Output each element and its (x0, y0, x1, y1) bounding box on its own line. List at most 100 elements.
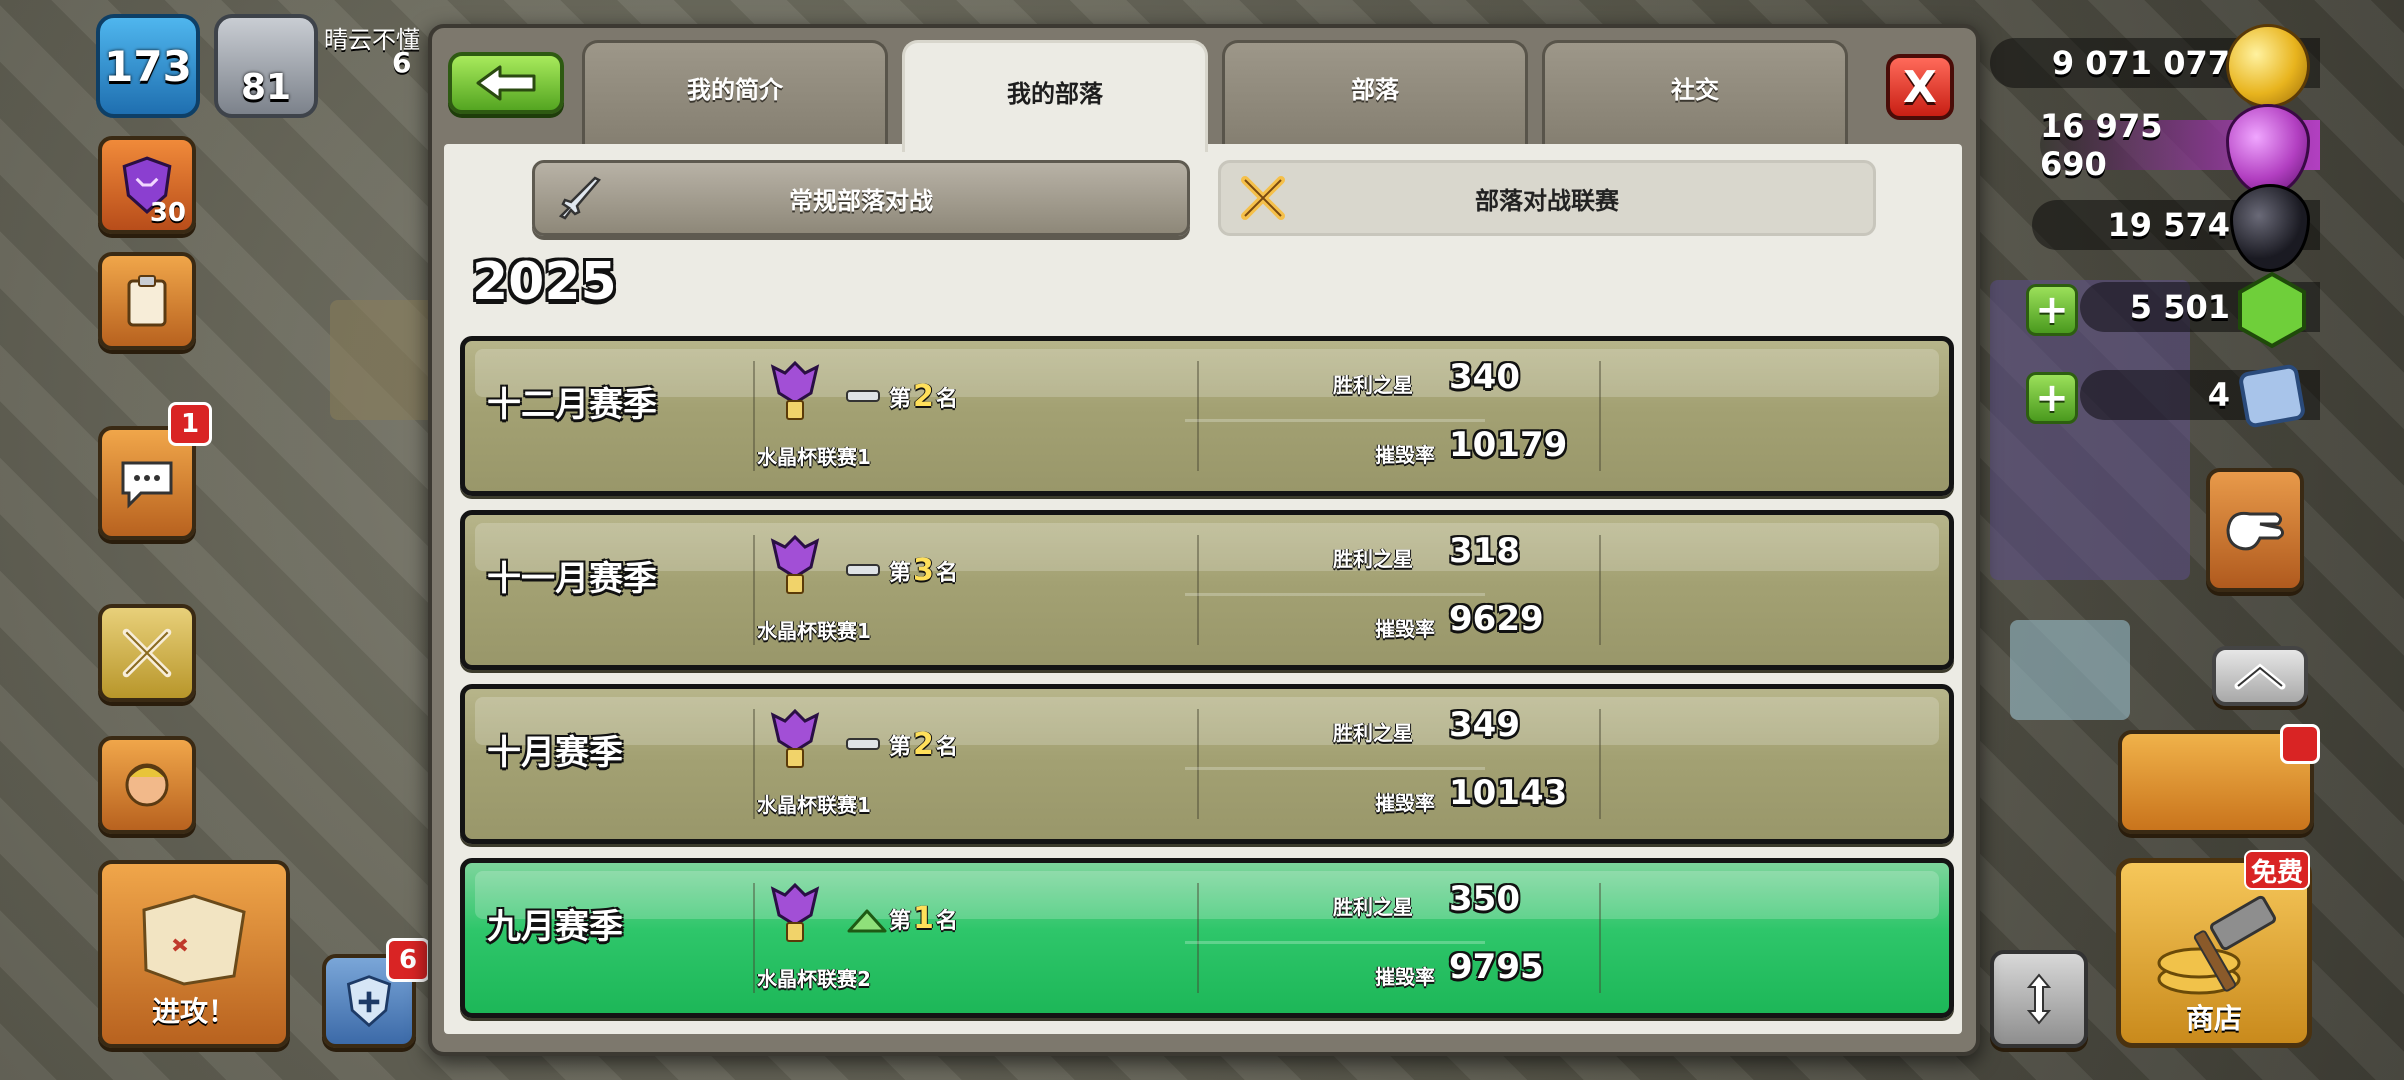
attack-button[interactable]: 进攻！ (98, 860, 290, 1048)
season-row[interactable]: 九月赛季 第1名 水晶杯联赛2 胜利之星 350 摧毁率 9795 (460, 858, 1954, 1018)
column-divider (753, 535, 755, 645)
buy-tickets-button[interactable]: + (2026, 372, 2078, 424)
season-rank: 第3名 (889, 553, 958, 588)
rank-suffix: 名 (935, 561, 958, 586)
close-icon: X (1903, 61, 1937, 113)
destruction-label: 摧毁率 (1375, 617, 1435, 641)
elixir-amount: 16 975 690 (2040, 107, 2163, 183)
buy-gems-button[interactable]: + (2026, 284, 2078, 336)
builder-base-button[interactable] (98, 736, 196, 834)
chat-notification-count: 1 (180, 409, 200, 439)
column-divider (1599, 709, 1601, 819)
subtab-label: 部落对战联赛 (1475, 186, 1619, 215)
season-row[interactable]: 十月赛季 第2名 水晶杯联赛1 胜利之星 349 摧毁率 10143 (460, 684, 1954, 844)
season-name: 十月赛季 (487, 733, 623, 773)
tab-label: 部落 (1351, 76, 1399, 104)
destruction-value: 9629 (1449, 599, 1544, 639)
dark-elixir-amount: 19 574 (2107, 206, 2230, 244)
subtab-label: 常规部落对战 (789, 186, 933, 215)
destruction-value: 9795 (1449, 947, 1544, 987)
rank-prefix: 第 (889, 909, 912, 934)
crossed-swords-icon (122, 628, 172, 678)
scroll-up-button[interactable] (2212, 646, 2308, 706)
clipboard-icon (127, 275, 167, 327)
season-name: 九月赛季 (487, 907, 623, 947)
destruction-label: 摧毁率 (1375, 443, 1435, 467)
tab-my-profile[interactable]: 我的简介 (582, 40, 888, 144)
crystal-league-icon (770, 534, 820, 594)
tab-label: 社交 (1671, 76, 1719, 104)
stars-label: 胜利之星 (1333, 895, 1413, 919)
barbarian-icon (125, 763, 169, 807)
stars-value: 349 (1449, 705, 1520, 745)
rank-prefix: 第 (889, 735, 912, 760)
dark-elixir-drop-icon (2230, 184, 2310, 272)
gems-amount: 5 501 (2129, 288, 2230, 326)
column-divider (1599, 535, 1601, 645)
emote-button[interactable] (2206, 468, 2304, 592)
column-divider (753, 709, 755, 819)
stars-label: 胜利之星 (1333, 721, 1413, 745)
tab-social[interactable]: 社交 (1542, 40, 1848, 144)
move-arrows-icon (2026, 973, 2052, 1025)
rank-suffix: 名 (935, 909, 958, 934)
hand-icon (2226, 511, 2285, 551)
column-divider (1599, 361, 1601, 471)
stars-value: 318 (1449, 531, 1520, 571)
rank-up-icon (847, 909, 887, 933)
gold-amount: 9 071 077 (2051, 44, 2230, 82)
league-name: 水晶杯联赛2 (757, 967, 871, 991)
column-divider (1197, 883, 1199, 993)
season-rank: 第1名 (889, 901, 958, 936)
destruction-value: 10179 (1449, 425, 1568, 465)
league-name: 水晶杯联赛1 (757, 445, 871, 469)
column-divider (1197, 535, 1199, 645)
layout-edit-button[interactable] (1990, 950, 2088, 1048)
rank-number: 2 (913, 727, 934, 762)
shop-label: 商店 (2185, 1002, 2242, 1035)
rank-prefix: 第 (889, 387, 912, 412)
destruction-label: 摧毁率 (1375, 965, 1435, 989)
column-divider (1197, 361, 1199, 471)
arrow-left-icon (476, 65, 536, 101)
rank-suffix: 名 (935, 387, 958, 412)
shop-free-badge: 免费 (2244, 850, 2310, 890)
stat-separator (1185, 593, 1485, 596)
builder-button[interactable] (98, 252, 196, 350)
shield-notification-badge: 6 (386, 938, 430, 982)
subtab-war-league[interactable]: 部落对战联赛 (1218, 160, 1876, 236)
season-rank: 第2名 (889, 727, 958, 762)
rank-number: 1 (913, 901, 934, 936)
destruction-value: 10143 (1449, 773, 1568, 813)
rank-suffix: 名 (935, 735, 958, 760)
clan-war-button[interactable] (98, 604, 196, 702)
league-button[interactable]: 30 (98, 136, 196, 234)
close-button[interactable]: X (1886, 54, 1954, 120)
year-heading: 2025 (472, 252, 617, 312)
ticket-icon (2239, 364, 2305, 428)
crystal-league-icon (770, 882, 820, 942)
rank-number: 2 (913, 379, 934, 414)
season-row[interactable]: 十一月赛季 第3名 水晶杯联赛1 胜利之星 318 摧毁率 9629 (460, 510, 1954, 670)
tab-label: 我的简介 (687, 76, 783, 104)
league-name: 水晶杯联赛1 (757, 793, 871, 817)
experience-level-badge[interactable]: 173 (96, 14, 200, 118)
back-button[interactable] (448, 52, 564, 114)
trophy-badge[interactable]: 81 (214, 14, 318, 118)
gem-icon (2238, 271, 2306, 349)
subtab-regular-war[interactable]: 常规部落对战 (532, 160, 1190, 236)
shop-hammer-icon (2157, 895, 2277, 995)
attack-label: 进攻！ (151, 995, 236, 1028)
column-divider (753, 883, 755, 993)
stars-value: 350 (1449, 879, 1520, 919)
elixir-drop-icon (2226, 104, 2310, 196)
stars-label: 胜利之星 (1333, 373, 1413, 397)
tab-clans[interactable]: 部落 (1222, 40, 1528, 144)
season-row[interactable]: 十二月赛季 第2名 水晶杯联赛1 胜利之星 340 摧毁率 10179 (460, 336, 1954, 496)
chat-bubble-icon (121, 461, 173, 509)
rank-number: 3 (913, 553, 934, 588)
season-name: 十一月赛季 (487, 559, 657, 599)
tab-my-clan[interactable]: 我的部落 (902, 40, 1208, 152)
experience-level: 173 (104, 41, 192, 91)
player-sub-value: 6 (392, 46, 412, 79)
